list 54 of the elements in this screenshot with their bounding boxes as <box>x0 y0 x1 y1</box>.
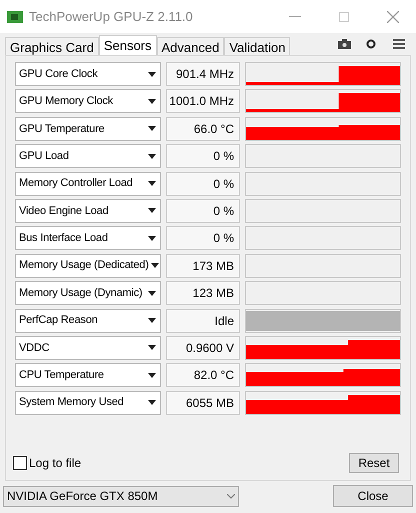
sensor-dropdown[interactable]: PerfCap Reason <box>15 308 161 333</box>
sensor-dropdown[interactable]: CPU Temperature <box>15 363 161 388</box>
sensor-value: 123 MB <box>166 281 240 306</box>
dropdown-arrow-icon <box>148 154 156 159</box>
dropdown-arrow-icon <box>148 318 156 324</box>
sensor-value: 173 MB <box>166 254 240 278</box>
tab[interactable]: Graphics Card <box>5 37 99 55</box>
sensor-dropdown[interactable]: VDDC <box>15 336 161 360</box>
dropdown-arrow-icon <box>148 372 156 378</box>
dropdown-arrow-icon <box>148 98 156 104</box>
reset-button[interactable]: Reset <box>349 453 399 473</box>
close-icon[interactable] <box>387 10 399 22</box>
sensor-value: 66.0 °C <box>166 116 240 141</box>
tab[interactable]: Sensors <box>98 35 157 55</box>
sensor-dropdown[interactable]: Video Engine Load <box>15 198 161 223</box>
sensor-dropdown[interactable]: Bus Interface Load <box>15 226 161 250</box>
sensor-dropdown[interactable]: Memory Usage (Dynamic) <box>15 281 161 306</box>
tab[interactable]: Validation <box>224 37 290 55</box>
menu-icon[interactable] <box>393 39 405 49</box>
sensor-dropdown[interactable]: Memory Usage (Dedicated) <box>15 254 161 278</box>
tab[interactable]: Advanced <box>156 37 224 55</box>
gpu-select[interactable]: NVIDIA GeForce GTX 850M <box>3 486 239 506</box>
sensor-value: 0 % <box>166 226 240 250</box>
dropdown-arrow-icon <box>148 400 156 406</box>
dropdown-arrow-icon <box>148 72 156 76</box>
sensor-value: 0 % <box>166 172 240 196</box>
sensor-dropdown[interactable]: GPU Temperature <box>15 116 161 141</box>
dropdown-arrow-icon <box>148 345 156 350</box>
sensor-value: 82.0 °C <box>166 363 240 388</box>
sensor-dropdown[interactable]: System Memory Used <box>15 390 161 415</box>
sensor-dropdown[interactable]: Memory Controller Load <box>15 172 161 196</box>
sensor-value: 0.9600 V <box>166 336 240 360</box>
sensor-dropdown[interactable]: GPU Memory Clock <box>15 89 161 114</box>
sensor-value: 1001.0 MHz <box>166 89 240 114</box>
sensor-value: Idle <box>166 308 240 333</box>
sensor-value: 901.4 MHz <box>166 62 240 86</box>
sensor-dropdown[interactable]: GPU Load <box>15 144 161 168</box>
dropdown-arrow-icon <box>148 126 156 132</box>
log-checkbox[interactable] <box>13 456 27 470</box>
dropdown-arrow-icon <box>148 181 156 186</box>
window-title: TechPowerUp GPU-Z 2.11.0 <box>29 8 193 26</box>
dropdown-arrow-icon <box>148 290 156 296</box>
graphics-card-icon <box>7 10 23 24</box>
dropdown-arrow-icon <box>150 263 159 268</box>
checkbox-label: Log to file <box>29 455 82 472</box>
chevron-down-icon <box>227 494 235 498</box>
dropdown-arrow-icon <box>148 208 156 214</box>
camera-icon[interactable] <box>338 39 351 49</box>
sensor-dropdown[interactable]: GPU Core Clock <box>15 62 161 86</box>
sensor-value: 0 % <box>166 144 240 168</box>
sensor-value: 0 % <box>166 198 240 223</box>
dropdown-arrow-icon <box>148 236 156 241</box>
sensor-value: 6055 MB <box>166 390 240 415</box>
close-button[interactable]: Close <box>333 485 413 507</box>
